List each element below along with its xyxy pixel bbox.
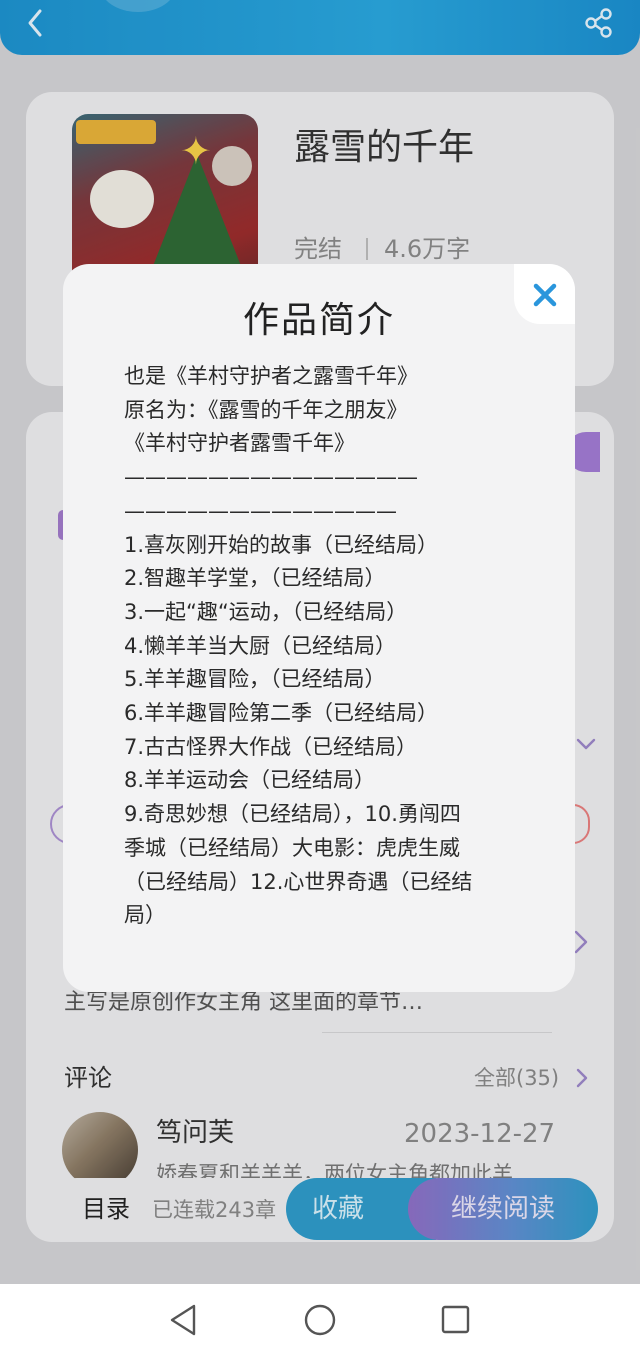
synopsis-line: （已经结局）12.心世界奇遇（已经结 [124,869,473,894]
synopsis-line: —————————————— [124,465,418,490]
synopsis-line: 3.一起“趣“运动，（已经结局） [124,599,408,624]
synopsis-line: 4.懒羊羊当大厨（已经结局） [124,633,397,658]
synopsis-line: 《羊村守护者露雪千年》 [124,431,355,456]
dialog-title: 作品简介 [242,300,395,341]
nav-recents-icon[interactable] [435,1300,475,1340]
nav-back-icon[interactable] [164,1300,204,1340]
synopsis-line: 季城（已经结局）大电影：虎虎生威 [124,835,460,860]
synopsis-line: 8.羊羊运动会（已经结局） [124,768,376,793]
synopsis-line: ————————————— [124,498,397,523]
synopsis-line: 9.奇思妙想（已经结局），10.勇闯四 [124,802,461,827]
synopsis-line: 6.羊羊趣冒险第二季（已经结局） [124,701,439,726]
synopsis-line: 7.古古怪界大作战（已经结局） [124,734,418,759]
nav-home-icon[interactable] [300,1300,340,1340]
synopsis-line: 局） [124,903,166,928]
synopsis-line: 5.羊羊趣冒险，（已经结局） [124,667,386,692]
synopsis-line: 原名为：《露雪的千年之朋友》 [124,397,408,422]
synopsis-line: 2.智趣羊学堂，（已经结局） [124,566,386,591]
synopsis-line: 也是《羊村守护者之露雪千年》 [124,364,418,388]
synopsis-line: 1.喜灰刚开始的故事（已经结局） [124,532,439,557]
dialog-body: 也是《羊村守护者之露雪千年》 原名为：《露雪的千年之朋友》 《羊村守护者露雪千年… [124,360,524,933]
